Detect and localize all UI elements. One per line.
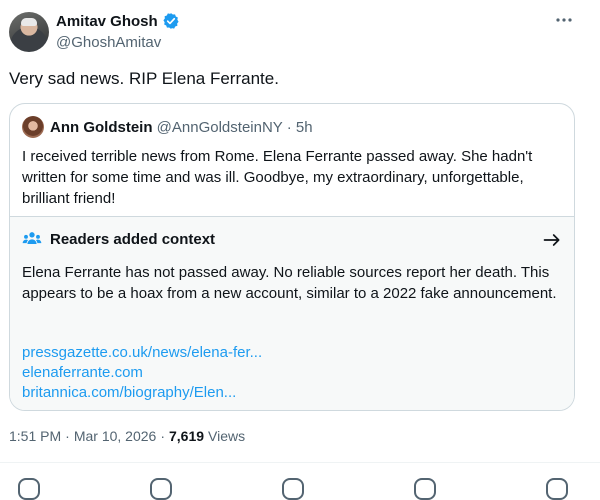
author-avatar[interactable] [9, 12, 49, 52]
tweet-text: Very sad news. RIP Elena Ferrante. [9, 69, 279, 88]
tweet-time[interactable]: 1:51 PM [9, 428, 61, 444]
verified-badge-icon [163, 13, 179, 29]
meta-separator: · [65, 428, 70, 444]
quoted-author-avatar[interactable] [22, 116, 44, 138]
context-links: pressgazette.co.uk/news/elena-fer... ele… [22, 343, 262, 403]
quoted-time[interactable]: 5h [296, 119, 313, 136]
meta-separator: · [160, 428, 165, 444]
context-title: Readers added context [50, 230, 216, 248]
tweet: Amitav Ghosh @GhoshAmitav Very sad news.… [0, 0, 600, 500]
author-name[interactable]: Amitav Ghosh [56, 13, 158, 30]
author-handle[interactable]: @GhoshAmitav [56, 34, 161, 51]
views-count: 7,619 [168, 428, 205, 444]
views-label: Views [208, 428, 246, 444]
quoted-author-name[interactable]: Ann Goldstein [50, 119, 153, 136]
quoted-tweet[interactable]: Ann Goldstein @AnnGoldsteinNY · 5h I rec… [9, 103, 575, 411]
tweet-date[interactable]: Mar 10, 2026 [74, 428, 157, 444]
context-link-2[interactable]: elenaferrante.com [22, 363, 262, 383]
reply-icon[interactable] [18, 478, 40, 500]
context-text: Elena Ferrante has not passed away. No r… [22, 264, 557, 302]
context-link-3[interactable]: britannica.com/biography/Elen... [22, 383, 262, 403]
quoted-text: I received terrible news from Rome. Elen… [22, 148, 533, 207]
divider [0, 462, 600, 463]
readers-icon [22, 232, 42, 244]
quoted-author-handle[interactable]: @AnnGoldsteinNY [157, 119, 283, 136]
like-icon[interactable] [282, 478, 304, 500]
tweet-meta: 1:51 PM · Mar 10, 2026 · 7,619 Views [9, 428, 245, 444]
bookmark-icon[interactable] [414, 478, 436, 500]
arrow-right-icon[interactable] [542, 230, 562, 250]
more-options-icon[interactable] [554, 10, 574, 30]
author-name-row: Amitav Ghosh [56, 12, 180, 30]
quoted-separator: · [282, 119, 296, 136]
repost-icon[interactable] [150, 478, 172, 500]
share-icon[interactable] [546, 478, 568, 500]
action-bar [0, 470, 600, 500]
quoted-header: Ann Goldstein @AnnGoldsteinNY · 5h [50, 119, 313, 136]
context-link-1[interactable]: pressgazette.co.uk/news/elena-fer... [22, 343, 262, 363]
context-header[interactable]: Readers added context [22, 229, 215, 249]
readers-context: Readers added context Elena Ferrante has… [10, 216, 574, 410]
